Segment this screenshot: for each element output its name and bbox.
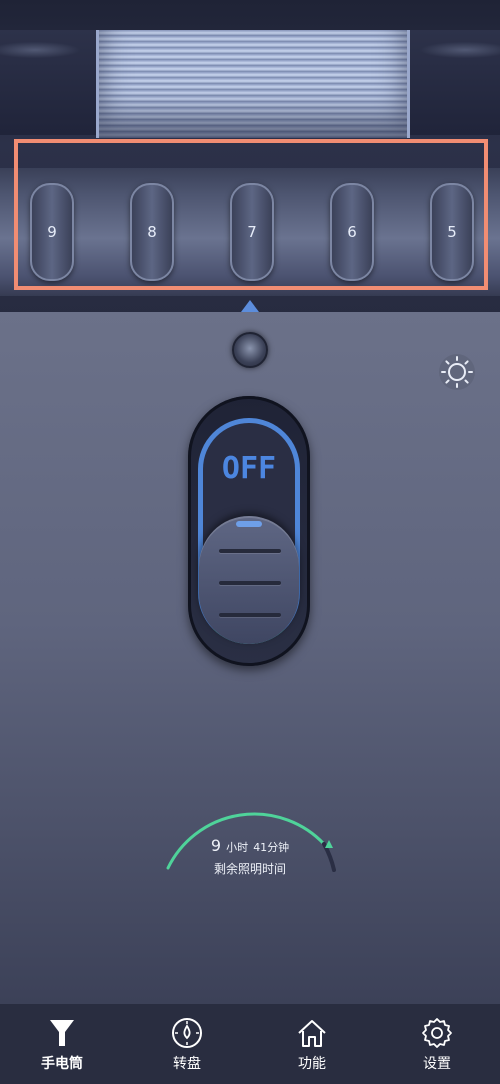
- thumb-grip-line: [219, 581, 281, 585]
- remaining-time: 9 小时 41分钟: [210, 836, 290, 855]
- switch-thumb-indicator: [236, 521, 262, 527]
- brightness-button[interactable]: [439, 354, 475, 390]
- tab-dial[interactable]: 转盘: [137, 1004, 237, 1084]
- tab-functions[interactable]: 功能: [262, 1004, 362, 1084]
- power-switch-thumb[interactable]: [199, 516, 299, 644]
- flashlight-lens: [96, 30, 410, 138]
- flashlight-icon: [50, 1020, 74, 1046]
- dial-pointer-icon: [241, 300, 259, 312]
- tab-flashlight[interactable]: 手电筒: [12, 1004, 112, 1084]
- sun-icon: [441, 356, 473, 388]
- dial-highlight-frame: [14, 139, 488, 290]
- thumb-grip-line: [219, 613, 281, 617]
- thumb-grip-line: [219, 549, 281, 553]
- tab-settings[interactable]: 设置: [387, 1004, 487, 1084]
- gear-icon: [422, 1018, 452, 1048]
- switch-state-label: OFF: [221, 451, 277, 486]
- status-indicator-light: [232, 332, 268, 368]
- remaining-time-caption: 剩余照明时间: [213, 862, 286, 876]
- home-icon: [298, 1020, 326, 1047]
- dial-icon: [172, 1018, 202, 1048]
